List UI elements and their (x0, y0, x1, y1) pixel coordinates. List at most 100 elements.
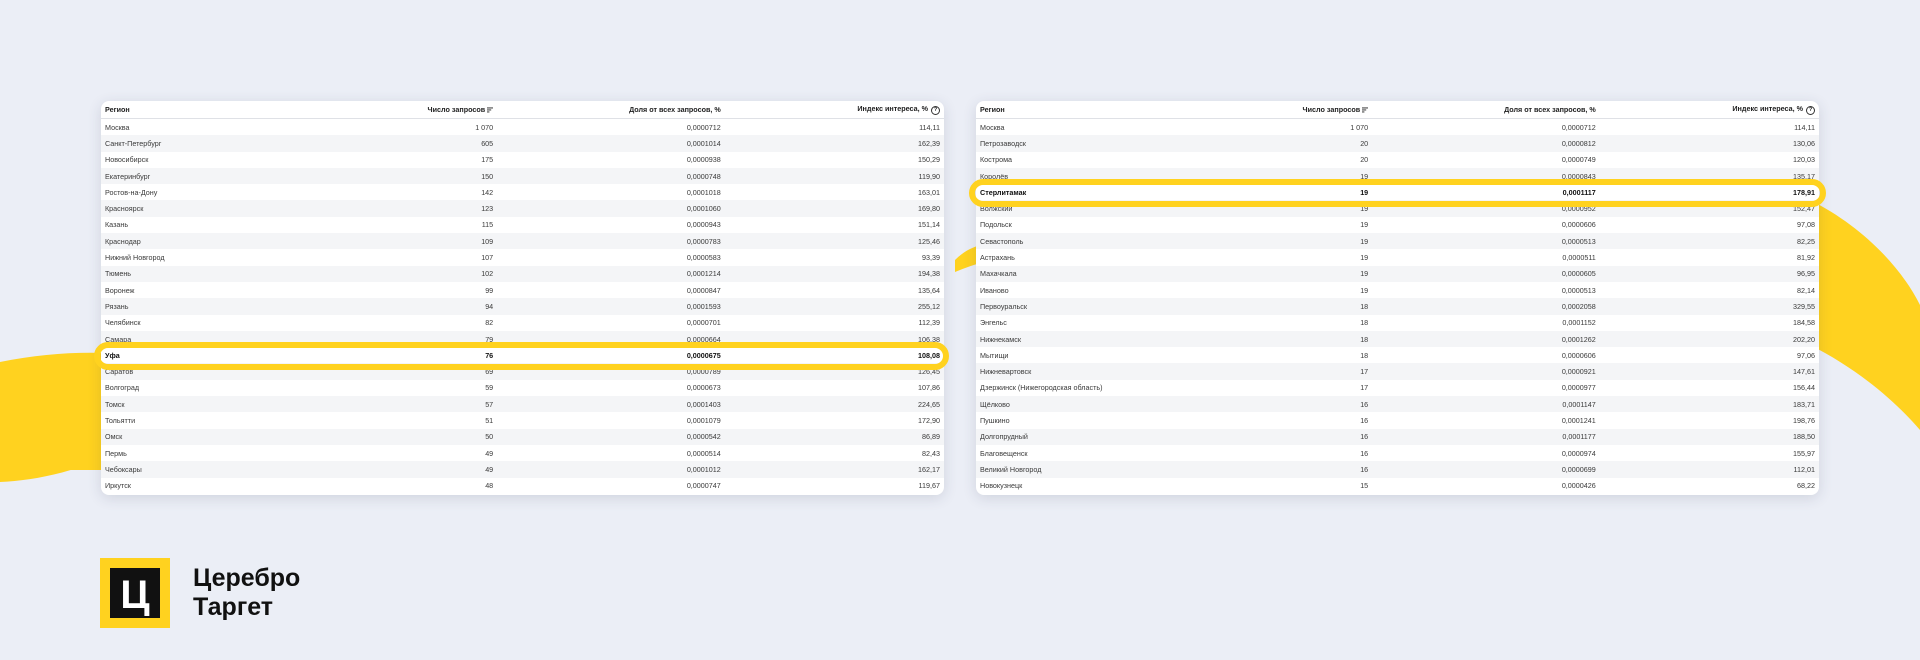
cell-requests: 99 (485, 285, 494, 295)
table-row[interactable]: Тюмень 102 0,0001214 194,38 (101, 265, 944, 282)
table-row[interactable]: Нижний Новгород 107 0,0000583 93,39 (101, 249, 944, 265)
table-row[interactable]: Москва 1 070 0,0000712 114,11 (101, 119, 944, 136)
cell-region: Великий Новгород (976, 461, 1229, 478)
table-row[interactable]: Москва 1 070 0,0000712 114,11 (976, 119, 1819, 136)
table-row[interactable]: Санкт-Петербург 605 0,0001014 162,39 (101, 135, 944, 152)
column-header-share[interactable]: Доля от всех запросов, % (497, 101, 725, 119)
cell-interest-index: 202,20 (1599, 330, 1819, 348)
cell-region: Саратов (101, 363, 354, 380)
table-row[interactable]: Дзержинск (Нижегородская область) 17 0,000… (976, 380, 1819, 396)
table-row[interactable]: Иркутск 48 0,0000747 119,67 (101, 478, 944, 494)
question-circle-icon[interactable]: ? (931, 106, 940, 115)
table-row[interactable]: Мытищи 18 0,0000606 97,06 (976, 347, 1819, 363)
column-header-interest-index[interactable]: Индекс интереса, %? (1599, 101, 1819, 119)
cell-interest-index: 81,92 (1797, 253, 1815, 263)
table-row[interactable]: Нижневартовск 17 0,0000921 147,61 (976, 363, 1819, 380)
table-row[interactable]: Ростов-на-Дону 142 0,0001018 163,01 (101, 184, 944, 200)
column-header-requests[interactable]: Число запросов (353, 101, 498, 119)
cell-region: Волгоград (105, 383, 140, 393)
cell-interest-index: 120,03 (1793, 155, 1815, 165)
table-row[interactable]: Уфа 76 0,0000675 108,08 (101, 347, 944, 364)
question-circle-icon[interactable]: ? (1806, 106, 1815, 115)
cell-requests: 16 (1228, 461, 1373, 478)
cell-requests: 19 (1228, 167, 1373, 185)
cell-interest-index: 135,64 (918, 285, 940, 295)
table-row[interactable]: Махачкала 19 0,0000605 96,95 (976, 265, 1819, 282)
table-row[interactable]: Новокузнецк 15 0,0000426 68,22 (976, 478, 1819, 494)
table-row[interactable]: Чебоксары 49 0,0001012 162,17 (101, 461, 944, 478)
table-row[interactable]: Первоуральск 18 0,0002058 329,55 (976, 298, 1819, 315)
table-row[interactable]: Щёлково 16 0,0001147 183,71 (976, 396, 1819, 413)
table-row[interactable]: Красноярск 123 0,0001060 169,80 (101, 200, 944, 217)
column-header-share[interactable]: Доля от всех запросов, % (1372, 101, 1600, 119)
table-row[interactable]: Подольск 19 0,0000606 97,08 (976, 217, 1819, 233)
table-row[interactable]: Энгельс 18 0,0001152 184,58 (976, 315, 1819, 331)
cell-region: Омск (101, 428, 354, 445)
cell-interest-index: 156,44 (1793, 383, 1815, 393)
cell-requests: 115 (481, 220, 494, 230)
table-row[interactable]: Воронеж 99 0,0000847 135,64 (101, 282, 944, 298)
cell-interest-index: 106,38 (724, 330, 944, 348)
table-header-row: Регион Число запросов Доля от всех запро… (101, 101, 944, 119)
table-row[interactable]: Волгоград 59 0,0000673 107,86 (101, 380, 944, 396)
cell-requests: 19 (1360, 285, 1369, 295)
cell-region: Щёлково (976, 396, 1229, 413)
table-row[interactable]: Долгопрудный 16 0,0001177 188,50 (976, 428, 1819, 445)
table-row[interactable]: Волжский 19 0,0000952 152,47 (976, 200, 1819, 217)
column-header-region[interactable]: Регион (976, 101, 1229, 119)
cell-requests: 49 (353, 461, 498, 478)
cell-region: Нижнекамск (976, 330, 1229, 348)
cell-share: 0,0000974 (1561, 448, 1596, 458)
table-row[interactable]: Томск 57 0,0001403 224,65 (101, 396, 944, 413)
cell-share: 0,0001593 (497, 298, 725, 315)
table-row[interactable]: Петрозаводск 20 0,0000812 130,06 (976, 135, 1819, 152)
table-row[interactable]: Королёв 19 0,0000843 135,17 (976, 167, 1819, 185)
cell-share: 0,0001079 (686, 415, 721, 425)
table-row[interactable]: Екатеринбург 150 0,0000748 119,90 (101, 167, 944, 185)
cell-share: 0,0000606 (1561, 350, 1596, 360)
table-row[interactable]: Челябинск 82 0,0000701 112,39 (101, 315, 944, 331)
table-row[interactable]: Омск 50 0,0000542 86,89 (101, 428, 944, 445)
cell-region: Тольятти (105, 415, 136, 425)
table-row[interactable]: Благовещенск 16 0,0000974 155,97 (976, 445, 1819, 461)
column-header-requests[interactable]: Число запросов (1228, 101, 1373, 119)
table-row[interactable]: Саратов 69 0,0000789 126,45 (101, 363, 944, 380)
cell-requests: 16 (1228, 396, 1373, 413)
cell-requests: 123 (353, 200, 498, 217)
cell-share: 0,0000977 (1561, 383, 1596, 393)
sort-lines-icon[interactable] (1362, 107, 1369, 113)
column-header-region[interactable]: Регион (101, 101, 354, 119)
cell-interest-index: 169,80 (724, 200, 944, 217)
table-row[interactable]: Казань 115 0,0000943 151,14 (101, 217, 944, 233)
table-row[interactable]: Тольятти 51 0,0001079 172,90 (101, 412, 944, 428)
cell-region: Москва (105, 122, 130, 132)
cell-interest-index: 112,01 (1599, 461, 1819, 478)
table-row[interactable]: Самара 79 0,0000664 106,38 (101, 330, 944, 348)
cell-region: Пушкино (980, 415, 1010, 425)
cell-interest-index: 119,90 (724, 167, 944, 185)
cell-region: Уфа (101, 347, 354, 364)
cell-interest-index: 183,71 (1599, 396, 1819, 413)
table-row[interactable]: Астрахань 19 0,0000511 81,92 (976, 249, 1819, 265)
column-header-interest-index[interactable]: Индекс интереса, %? (724, 101, 944, 119)
table-row[interactable]: Краснодар 109 0,0000783 125,46 (101, 233, 944, 250)
cell-region: Санкт-Петербург (101, 135, 354, 152)
cell-share: 0,0000513 (1561, 285, 1596, 295)
table-row[interactable]: Севастополь 19 0,0000513 82,25 (976, 233, 1819, 250)
table-row[interactable]: Новосибирск 175 0,0000938 150,29 (101, 152, 944, 168)
table-row[interactable]: Стерлитамак 19 0,0001117 178,91 (976, 184, 1819, 201)
table-row[interactable]: Нижнекамск 18 0,0001262 202,20 (976, 330, 1819, 348)
table-row[interactable]: Иваново 19 0,0000513 82,14 (976, 282, 1819, 298)
table-row[interactable]: Кострома 20 0,0000749 120,03 (976, 152, 1819, 168)
cell-requests: 16 (1360, 415, 1369, 425)
cell-requests: 605 (353, 135, 498, 152)
logo-mark-icon: Ц (100, 558, 170, 628)
table-row[interactable]: Пермь 49 0,0000514 82,43 (101, 445, 944, 461)
cell-share: 0,0000748 (497, 167, 725, 185)
cell-interest-index: 108,08 (724, 347, 944, 364)
sort-lines-icon[interactable] (487, 107, 494, 113)
table-row[interactable]: Великий Новгород 16 0,0000699 112,01 (976, 461, 1819, 478)
cell-share: 0,0000938 (686, 155, 721, 165)
table-row[interactable]: Пушкино 16 0,0001241 198,76 (976, 412, 1819, 428)
table-row[interactable]: Рязань 94 0,0001593 255,12 (101, 298, 944, 315)
